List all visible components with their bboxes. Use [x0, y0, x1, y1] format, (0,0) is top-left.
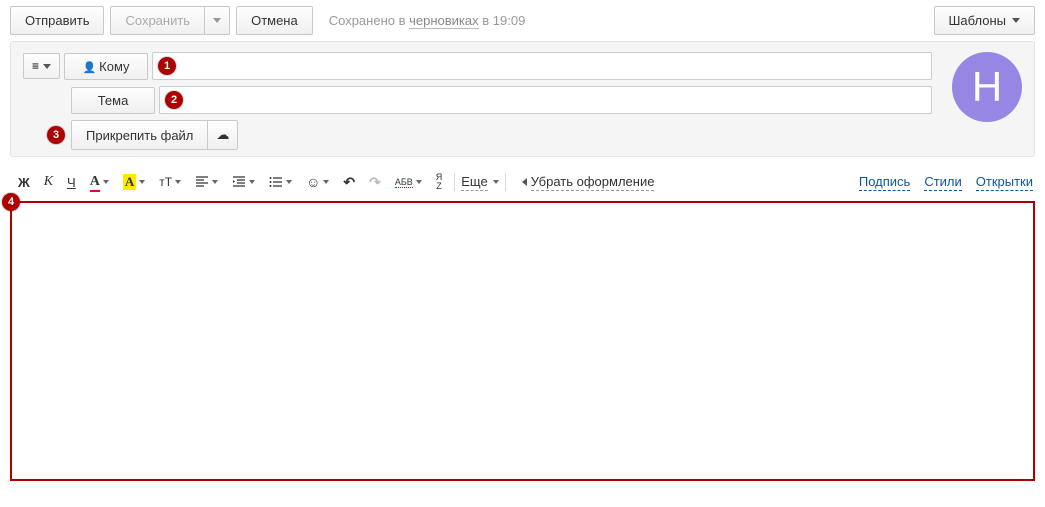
italic-button[interactable]: К [38, 170, 59, 194]
list-icon [269, 175, 283, 189]
caret-down-icon [212, 180, 218, 184]
clear-formatting-button[interactable]: Убрать оформление [522, 174, 655, 191]
signature-link[interactable]: Подпись [859, 174, 910, 191]
drafts-link[interactable]: черновиках [409, 13, 479, 29]
templates-button[interactable]: Шаблоны [934, 6, 1036, 35]
font-size-button[interactable]: тТ [153, 171, 187, 193]
caret-down-icon [103, 180, 109, 184]
arrow-left-icon [522, 178, 527, 186]
subject-label-button[interactable]: Тема [71, 87, 155, 114]
styles-link[interactable]: Стили [924, 174, 961, 191]
underline-button[interactable]: Ч [61, 171, 82, 194]
separator [505, 173, 506, 191]
cloud-icon: ☁ [216, 127, 229, 143]
save-button-group: Сохранить [110, 6, 230, 35]
caret-down-icon [43, 64, 51, 69]
caret-down-icon [493, 180, 499, 184]
annotation-marker-2: 2 [165, 91, 183, 109]
subject-input[interactable] [159, 86, 932, 114]
save-dropdown-button[interactable] [205, 6, 230, 35]
redo-button[interactable]: ↷ [363, 170, 387, 195]
autosave-status: Сохранено в черновиках в 19:09 [329, 13, 526, 28]
attach-cloud-button[interactable]: ☁ [208, 120, 238, 150]
caret-down-icon [323, 180, 329, 184]
undo-button[interactable]: ↶ [337, 170, 361, 195]
caret-down-icon [286, 180, 292, 184]
emoji-button[interactable]: ☺ [300, 170, 335, 194]
list-button[interactable] [263, 171, 298, 193]
fields-menu-button[interactable]: ≡ [23, 53, 60, 79]
attach-button-group: Прикрепить файл ☁ [71, 120, 238, 150]
send-button[interactable]: Отправить [10, 6, 104, 35]
person-icon [82, 59, 99, 74]
avatar: Н [952, 52, 1022, 122]
spellcheck-button[interactable]: АБВ [389, 174, 428, 191]
editor-toolbar: Ж К Ч А А тТ ☺ ↶ ↷ АБВ Я Z Еще Убрать оф… [10, 165, 1035, 201]
annotation-marker-4: 4 [2, 193, 20, 211]
caret-down-icon [416, 180, 422, 184]
annotation-marker-1: 1 [158, 57, 176, 75]
annotation-marker-3: 3 [47, 126, 65, 144]
to-row: ≡ Кому 1 [23, 52, 932, 80]
caret-down-icon [1012, 18, 1020, 23]
caret-down-icon [249, 180, 255, 184]
indent-button[interactable] [226, 171, 261, 193]
editor-body[interactable] [10, 201, 1035, 481]
align-left-icon [195, 175, 209, 189]
caret-down-icon [213, 18, 221, 23]
postcards-link[interactable]: Открытки [976, 174, 1033, 191]
bold-button[interactable]: Ж [12, 171, 36, 194]
compose-header: ≡ Кому 1 Тема 2 3 Прикрепить файл ☁ Н [10, 41, 1035, 157]
attach-file-button[interactable]: Прикрепить файл [71, 120, 208, 150]
attach-row: 3 Прикрепить файл ☁ [23, 120, 932, 150]
subject-row: Тема 2 [23, 86, 932, 114]
cancel-button[interactable]: Отмена [236, 6, 313, 35]
more-button[interactable]: Еще [461, 174, 498, 191]
bg-color-button[interactable]: А [117, 170, 151, 194]
to-input[interactable] [152, 52, 932, 80]
editor-area: Ж К Ч А А тТ ☺ ↶ ↷ АБВ Я Z Еще Убрать оф… [10, 165, 1035, 481]
translit-button[interactable]: Я Z [430, 169, 449, 195]
separator [454, 173, 455, 191]
to-label-button[interactable]: Кому [64, 53, 148, 80]
caret-down-icon [139, 180, 145, 184]
text-color-button[interactable]: А [84, 170, 115, 194]
align-button[interactable] [189, 171, 224, 193]
indent-icon [232, 175, 246, 189]
action-bar: Отправить Сохранить Отмена Сохранено в ч… [0, 0, 1045, 41]
save-button[interactable]: Сохранить [110, 6, 205, 35]
caret-down-icon [175, 180, 181, 184]
